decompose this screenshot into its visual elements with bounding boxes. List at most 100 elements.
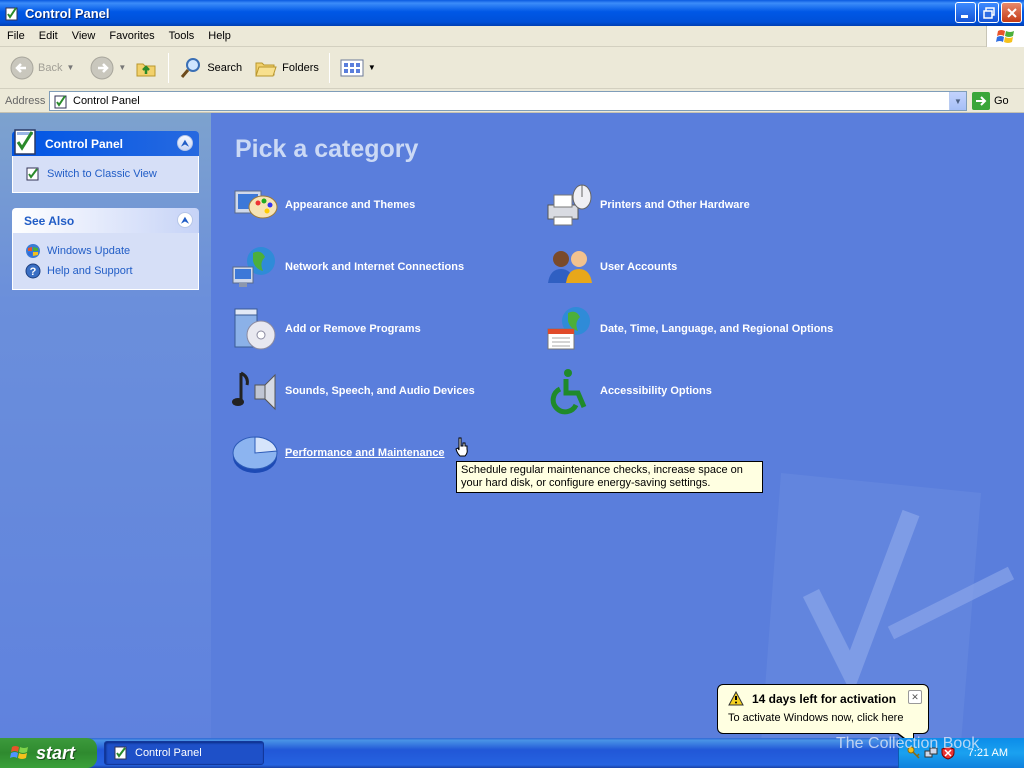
- window-title: Control Panel: [25, 5, 110, 21]
- folders-label: Folders: [282, 61, 319, 74]
- svg-text:?: ?: [30, 266, 37, 278]
- forward-dropdown-icon[interactable]: ▼: [118, 63, 126, 72]
- forward-button[interactable]: ▼: [86, 50, 130, 86]
- close-icon: ✕: [911, 691, 919, 702]
- category-label: Date, Time, Language, and Regional Optio…: [600, 323, 834, 335]
- switch-classic-view-label: Switch to Classic View: [47, 168, 157, 180]
- category-label: User Accounts: [600, 261, 678, 273]
- balloon-title: 14 days left for activation: [752, 691, 897, 706]
- search-label: Search: [207, 61, 243, 74]
- see-also-title: See Also: [24, 213, 75, 228]
- folders-icon: [255, 62, 277, 76]
- category-tooltip: Schedule regular maintenance checks, inc…: [456, 461, 763, 493]
- restore-icon: [982, 6, 995, 19]
- go-arrow-icon: [972, 92, 990, 110]
- category-add-remove-programs[interactable]: Add or Remove Programs: [231, 305, 421, 353]
- title-bar[interactable]: Control Panel: [0, 0, 1024, 26]
- category-label: Performance and Maintenance: [285, 447, 445, 459]
- performance-maintenance-icon: [232, 436, 278, 473]
- printers-hardware-icon: [547, 184, 592, 226]
- taskbar-window-control-panel[interactable]: Control Panel: [104, 741, 264, 765]
- category-label: Accessibility Options: [600, 385, 712, 397]
- collapse-icon[interactable]: ⮝: [177, 212, 193, 228]
- address-label: Address: [5, 94, 46, 107]
- help-icon: ?: [25, 263, 41, 279]
- control-panel-icon: [114, 746, 127, 760]
- views-icon: [340, 59, 364, 76]
- windows-update-link[interactable]: Windows Update: [25, 241, 198, 261]
- start-button[interactable]: start: [0, 738, 97, 768]
- activation-balloon[interactable]: 14 days left for activation To activate …: [717, 684, 929, 734]
- category-label: Network and Internet Connections: [285, 261, 465, 273]
- toolbar-separator: [328, 52, 330, 83]
- category-appearance-themes[interactable]: Appearance and Themes: [231, 181, 415, 229]
- page-title: Pick a category: [235, 135, 419, 163]
- category-sounds-speech-audio[interactable]: Sounds, Speech, and Audio Devices: [231, 367, 475, 415]
- up-folder-icon: [136, 63, 156, 76]
- appearance-themes-icon: [234, 190, 278, 219]
- chevron-down-icon: ▼: [954, 96, 962, 106]
- control-panel-icon: [54, 95, 67, 109]
- back-label: Back: [38, 61, 63, 74]
- category-label: Printers and Other Hardware: [600, 199, 750, 211]
- control-panel-task-title: Control Panel: [45, 136, 124, 151]
- category-printers-hardware[interactable]: Printers and Other Hardware: [546, 181, 750, 229]
- windows-logo: [986, 26, 1024, 47]
- windows-flag-icon: [995, 29, 1014, 43]
- category-performance-maintenance[interactable]: Performance and Maintenance: [231, 429, 445, 477]
- up-folder-button[interactable]: [130, 50, 162, 86]
- content-area: Control Panel ⮝ Switch to Classic View S…: [0, 113, 1024, 738]
- views-button[interactable]: ▼: [336, 50, 380, 86]
- back-dropdown-icon[interactable]: ▼: [66, 63, 74, 72]
- address-value: Control Panel: [73, 95, 140, 107]
- menu-file[interactable]: File: [0, 30, 32, 42]
- address-dropdown-button[interactable]: ▼: [949, 92, 966, 110]
- minimize-button[interactable]: [955, 2, 976, 23]
- toolbar-separator: [168, 52, 170, 83]
- address-bar: Address Control Panel ▼ Go: [0, 89, 1024, 113]
- maximize-button[interactable]: [978, 2, 999, 23]
- views-dropdown-icon[interactable]: ▼: [368, 63, 376, 72]
- go-label: Go: [994, 95, 1009, 107]
- hand-cursor-icon: [455, 437, 468, 457]
- switch-classic-view-link[interactable]: Switch to Classic View: [25, 164, 198, 184]
- category-view: Pick a category Appearance and Themes Ne…: [211, 113, 1024, 738]
- category-label: Sounds, Speech, and Audio Devices: [285, 385, 475, 397]
- control-panel-icon: [5, 7, 18, 21]
- see-also-header[interactable]: See Also ⮝: [12, 208, 199, 233]
- menu-help[interactable]: Help: [201, 30, 238, 42]
- control-panel-icon: [14, 129, 36, 155]
- date-time-language-icon: [547, 307, 590, 350]
- go-button[interactable]: Go: [972, 92, 1009, 110]
- network-internet-icon: [232, 247, 275, 287]
- see-also-task-box: See Also ⮝ Windows Update ? Help and Sup…: [12, 208, 199, 290]
- back-button[interactable]: Back ▼: [6, 50, 78, 86]
- taskbar-window-label: Control Panel: [135, 747, 202, 759]
- category-accessibility[interactable]: Accessibility Options: [546, 367, 712, 415]
- menu-tools[interactable]: Tools: [162, 30, 202, 42]
- category-network-internet[interactable]: Network and Internet Connections: [231, 243, 464, 291]
- help-and-support-link[interactable]: ? Help and Support: [25, 261, 198, 281]
- menu-favorites[interactable]: Favorites: [102, 30, 161, 42]
- search-icon: [181, 57, 201, 78]
- search-button[interactable]: Search: [175, 50, 246, 86]
- windows-update-icon: [26, 244, 40, 258]
- folders-button[interactable]: Folders: [250, 50, 323, 86]
- category-user-accounts[interactable]: User Accounts: [546, 243, 677, 291]
- sounds-audio-icon: [232, 371, 276, 411]
- control-panel-task-header[interactable]: Control Panel ⮝: [12, 129, 199, 156]
- collapse-icon[interactable]: ⮝: [177, 135, 193, 151]
- balloon-message[interactable]: To activate Windows now, click here: [728, 712, 918, 724]
- category-date-time-language-regional[interactable]: Date, Time, Language, and Regional Optio…: [546, 305, 833, 353]
- watermark-text: The Collection Book: [836, 735, 980, 752]
- menu-view[interactable]: View: [65, 30, 103, 42]
- back-arrow-icon: [10, 56, 34, 79]
- control-panel-icon: [26, 167, 39, 181]
- menu-edit[interactable]: Edit: [32, 30, 65, 42]
- close-button[interactable]: [1001, 2, 1022, 23]
- minimize-icon: [961, 15, 968, 18]
- category-label: Add or Remove Programs: [285, 323, 421, 335]
- control-panel-task-box: Control Panel ⮝ Switch to Classic View: [12, 129, 199, 193]
- balloon-close-button[interactable]: ✕: [908, 690, 922, 704]
- address-input[interactable]: Control Panel ▼: [49, 91, 967, 111]
